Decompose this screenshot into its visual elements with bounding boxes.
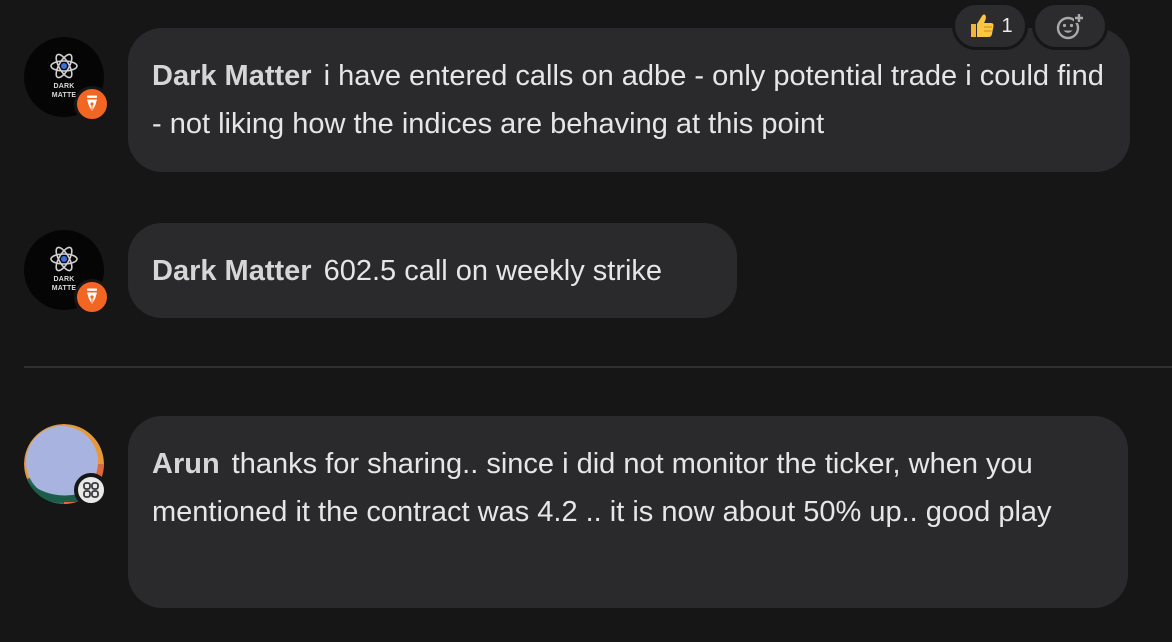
grid-icon [83, 482, 99, 498]
author-name[interactable]: Arun [152, 448, 220, 480]
message-bubble[interactable]: Dark Matter 602.5 call on weekly strike [128, 223, 737, 318]
creator-badge [74, 86, 110, 122]
add-reaction-icon [1056, 13, 1084, 40]
author-name[interactable]: Dark Matter [152, 255, 312, 287]
message-text: thanks for sharing.. since i did not mon… [152, 448, 1052, 528]
pen-nib-icon [87, 288, 97, 304]
reaction-count: 1 [1001, 14, 1013, 37]
member-badge [74, 473, 108, 507]
add-reaction-button[interactable] [1032, 2, 1108, 50]
message-divider [24, 366, 1172, 368]
pen-nib-icon [87, 95, 97, 111]
reaction-thumbs-up[interactable]: 1 [952, 2, 1028, 50]
thumbs-up-icon [971, 14, 995, 37]
chat-thread: DARK MATTE Dark Matter i have entered cal… [0, 0, 1172, 642]
creator-badge [74, 279, 110, 315]
message-text: 602.5 call on weekly strike [323, 255, 663, 287]
message-bubble[interactable]: Arun thanks for sharing.. since i did not… [128, 416, 1128, 608]
author-name[interactable]: Dark Matter [152, 60, 312, 92]
